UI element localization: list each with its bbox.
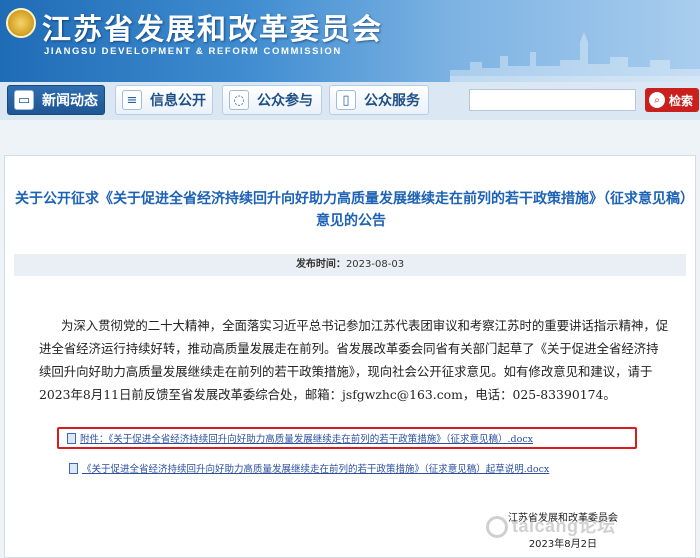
national-emblem-logo[interactable]: [6, 8, 36, 38]
attachment-2-label: 《关于促进全省经济持续回升向好助力高质量发展继续走在前列的若干政策措施》（征求意…: [82, 464, 550, 475]
city-skyline-illustration: [450, 32, 700, 82]
chat-icon: ◌: [229, 90, 249, 110]
attachment-1-label: 附件：《关于促进全省经济持续回升向好助力高质量发展继续走在前列的若干政策措施》（…: [80, 434, 534, 445]
article-sign-date: 2023年8月2日: [528, 539, 597, 550]
site-subtitle: JIANGSU DEVELOPMENT & REFORM COMMISSION: [44, 46, 342, 57]
docx-icon: [69, 462, 78, 474]
publish-info: 发布时间：2023-08-03: [14, 254, 686, 276]
attachment-link-1[interactable]: 附件：《关于促进全省经济持续回升向好助力高质量发展继续走在前列的若干政策措施》（…: [67, 431, 533, 445]
nav-item-public-participation[interactable]: ◌ 公众参与: [222, 85, 322, 115]
article-signature: 江苏省发展和改革委员会: [508, 513, 618, 524]
nav-label: 公众服务: [364, 93, 420, 109]
publish-date: 2023-08-03: [345, 259, 405, 270]
document-icon: ≡: [122, 90, 142, 110]
nav-item-news[interactable]: ▭ 新闻动态: [7, 85, 105, 115]
nav-label: 信息公开: [150, 93, 206, 109]
monitor-icon: ▭: [14, 90, 34, 110]
article-body: 为深入贯彻党的二十大精神，全面落实习近平总书记参加江苏代表团审议和考察江苏时的重…: [39, 314, 669, 406]
nav-item-public-service[interactable]: ▯ 公众服务: [329, 85, 429, 115]
nav-label: 新闻动态: [42, 93, 98, 109]
site-title: 江苏省发展和改革委员会: [42, 12, 384, 46]
article-title: 关于公开征求《关于促进全省经济持续回升向好助力高质量发展继续走在前列的若干政策措…: [15, 190, 687, 228]
nav-item-info-disclosure[interactable]: ≡ 信息公开: [115, 85, 213, 115]
search-button[interactable]: ⌕ 检索: [645, 88, 699, 112]
nav-label: 公众参与: [257, 93, 313, 109]
search-icon: ⌕: [649, 92, 665, 108]
article-meta-bar: 发布时间：2023-08-03: [14, 254, 686, 276]
search-button-label: 检索: [669, 93, 694, 108]
docx-icon: [67, 432, 76, 444]
site-banner: 江苏省发展和改革委员会 JIANGSU DEVELOPMENT & REFORM…: [0, 0, 700, 82]
watermark-logo-icon: [486, 516, 508, 539]
search-input[interactable]: [469, 89, 636, 111]
attachment-link-2[interactable]: 《关于促进全省经济持续回升向好助力高质量发展继续走在前列的若干政策措施》（征求意…: [69, 461, 549, 475]
book-icon: ▯: [336, 90, 356, 110]
publish-time-label: 发布时间：: [295, 259, 346, 270]
article-body-text: 为深入贯彻党的二十大精神，全面落实习近平总书记参加江苏代表团审议和考察江苏时的重…: [39, 318, 669, 402]
